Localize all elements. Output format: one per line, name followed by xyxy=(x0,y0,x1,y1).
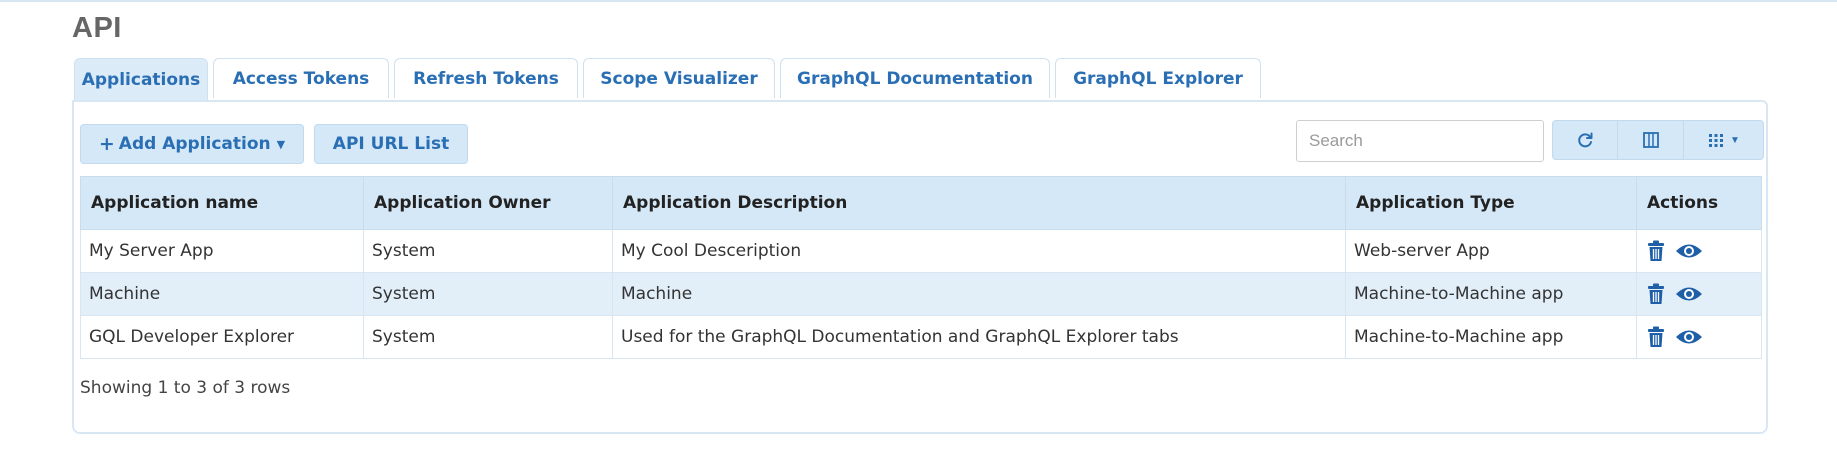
cell-actions xyxy=(1636,272,1762,316)
api-url-list-button[interactable]: API URL List xyxy=(314,124,468,164)
column-options-button[interactable]: ▼ xyxy=(1684,120,1764,160)
columns-icon xyxy=(1642,132,1659,148)
tab-access-tokens[interactable]: Access Tokens xyxy=(213,58,389,98)
column-header-actions: Actions xyxy=(1636,176,1762,230)
cell-application-description: My Cool Desceription xyxy=(612,229,1346,273)
column-header-name[interactable]: Application name xyxy=(80,176,364,230)
cell-actions xyxy=(1636,315,1762,359)
pagination-info: Showing 1 to 3 of 3 rows xyxy=(80,378,291,398)
tab-graphql-explorer[interactable]: GraphQL Explorer xyxy=(1055,58,1261,98)
plus-icon: + xyxy=(98,133,115,155)
search-input[interactable] xyxy=(1296,120,1544,162)
tab-bar: Applications Access Tokens Refresh Token… xyxy=(74,58,1266,100)
column-header-type[interactable]: Application Type xyxy=(1345,176,1637,230)
column-header-description[interactable]: Application Description xyxy=(612,176,1346,230)
table-header-row: Application name Application Owner Appli… xyxy=(80,176,1762,230)
page-title: API xyxy=(72,12,122,44)
cell-application-name: GQL Developer Explorer xyxy=(80,315,364,359)
cell-application-type: Machine-to-Machine app xyxy=(1345,272,1637,316)
tab-applications[interactable]: Applications xyxy=(74,58,208,100)
toggle-columns-button[interactable] xyxy=(1618,120,1684,160)
table-row: GQL Developer Explorer System Used for t… xyxy=(80,315,1762,359)
cell-application-type: Web-server App xyxy=(1345,229,1637,273)
caret-down-icon: ▼ xyxy=(276,137,286,151)
trash-icon[interactable] xyxy=(1647,283,1665,305)
trash-icon[interactable] xyxy=(1647,240,1665,262)
eye-icon[interactable] xyxy=(1675,242,1703,260)
eye-icon[interactable] xyxy=(1675,328,1703,346)
tab-refresh-tokens[interactable]: Refresh Tokens xyxy=(394,58,578,98)
refresh-button[interactable] xyxy=(1552,120,1618,160)
cell-application-owner: System xyxy=(363,272,613,316)
add-application-button[interactable]: + Add Application ▼ xyxy=(80,124,304,164)
cell-application-owner: System xyxy=(363,315,613,359)
column-header-owner[interactable]: Application Owner xyxy=(363,176,613,230)
cell-application-description: Machine xyxy=(612,272,1346,316)
trash-icon[interactable] xyxy=(1647,326,1665,348)
cell-application-name: Machine xyxy=(80,272,364,316)
cell-application-owner: System xyxy=(363,229,613,273)
applications-panel: + Add Application ▼ API URL List Search … xyxy=(72,100,1768,434)
applications-table: Application name Application Owner Appli… xyxy=(80,176,1762,359)
refresh-icon xyxy=(1578,132,1593,148)
top-rule xyxy=(0,0,1837,2)
eye-icon[interactable] xyxy=(1675,285,1703,303)
tab-scope-visualizer[interactable]: Scope Visualizer xyxy=(583,58,775,98)
table-row: My Server App System My Cool Desceriptio… xyxy=(80,229,1762,273)
table-row: Machine System Machine Machine-to-Machin… xyxy=(80,272,1762,316)
add-application-label: Add Application xyxy=(118,134,271,154)
caret-down-icon: ▼ xyxy=(1730,134,1740,146)
cell-application-description: Used for the GraphQL Documentation and G… xyxy=(612,315,1346,359)
grid-icon xyxy=(1709,134,1724,147)
tab-graphql-documentation[interactable]: GraphQL Documentation xyxy=(780,58,1050,98)
cell-application-type: Machine-to-Machine app xyxy=(1345,315,1637,359)
table-tools: ▼ xyxy=(1552,120,1764,160)
cell-actions xyxy=(1636,229,1762,273)
cell-application-name: My Server App xyxy=(80,229,364,273)
